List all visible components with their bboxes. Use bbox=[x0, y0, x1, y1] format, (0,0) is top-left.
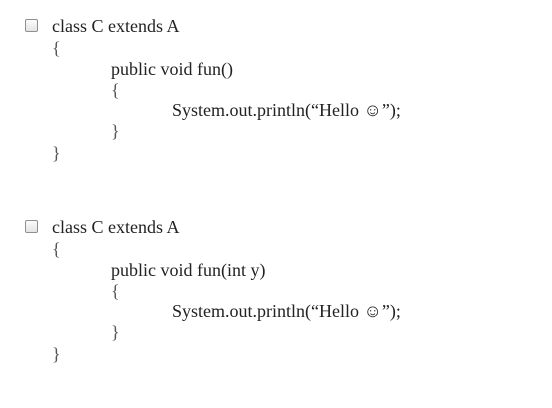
option-1-print-statement: System.out.println(“Hello ☺”); bbox=[172, 100, 401, 120]
option-2-class-declaration: class C extends A bbox=[52, 217, 180, 237]
option-2-method-declaration: public void fun(int y) bbox=[111, 260, 266, 280]
option-1-method-close-brace: } bbox=[111, 121, 120, 141]
option-2-method-open-brace: { bbox=[111, 281, 120, 301]
option-1-class-close-brace: } bbox=[52, 143, 61, 163]
answer-option-1: class C extends A { public void fun() { … bbox=[0, 0, 552, 163]
option-1-class-declaration: class C extends A bbox=[52, 16, 180, 36]
option-1-class-open-brace: { bbox=[52, 38, 61, 58]
option-1-method-open-brace: { bbox=[111, 80, 120, 100]
option-1-checkbox[interactable] bbox=[25, 19, 38, 32]
answer-option-2: class C extends A { public void fun(int … bbox=[0, 201, 552, 364]
option-2-print-statement: System.out.println(“Hello ☺”); bbox=[172, 301, 401, 321]
option-2-checkbox[interactable] bbox=[25, 220, 38, 233]
option-2-class-open-brace: { bbox=[52, 239, 61, 259]
option-1-method-declaration: public void fun() bbox=[111, 59, 233, 79]
option-2-class-close-brace: } bbox=[52, 344, 61, 364]
option-2-method-close-brace: } bbox=[111, 322, 120, 342]
